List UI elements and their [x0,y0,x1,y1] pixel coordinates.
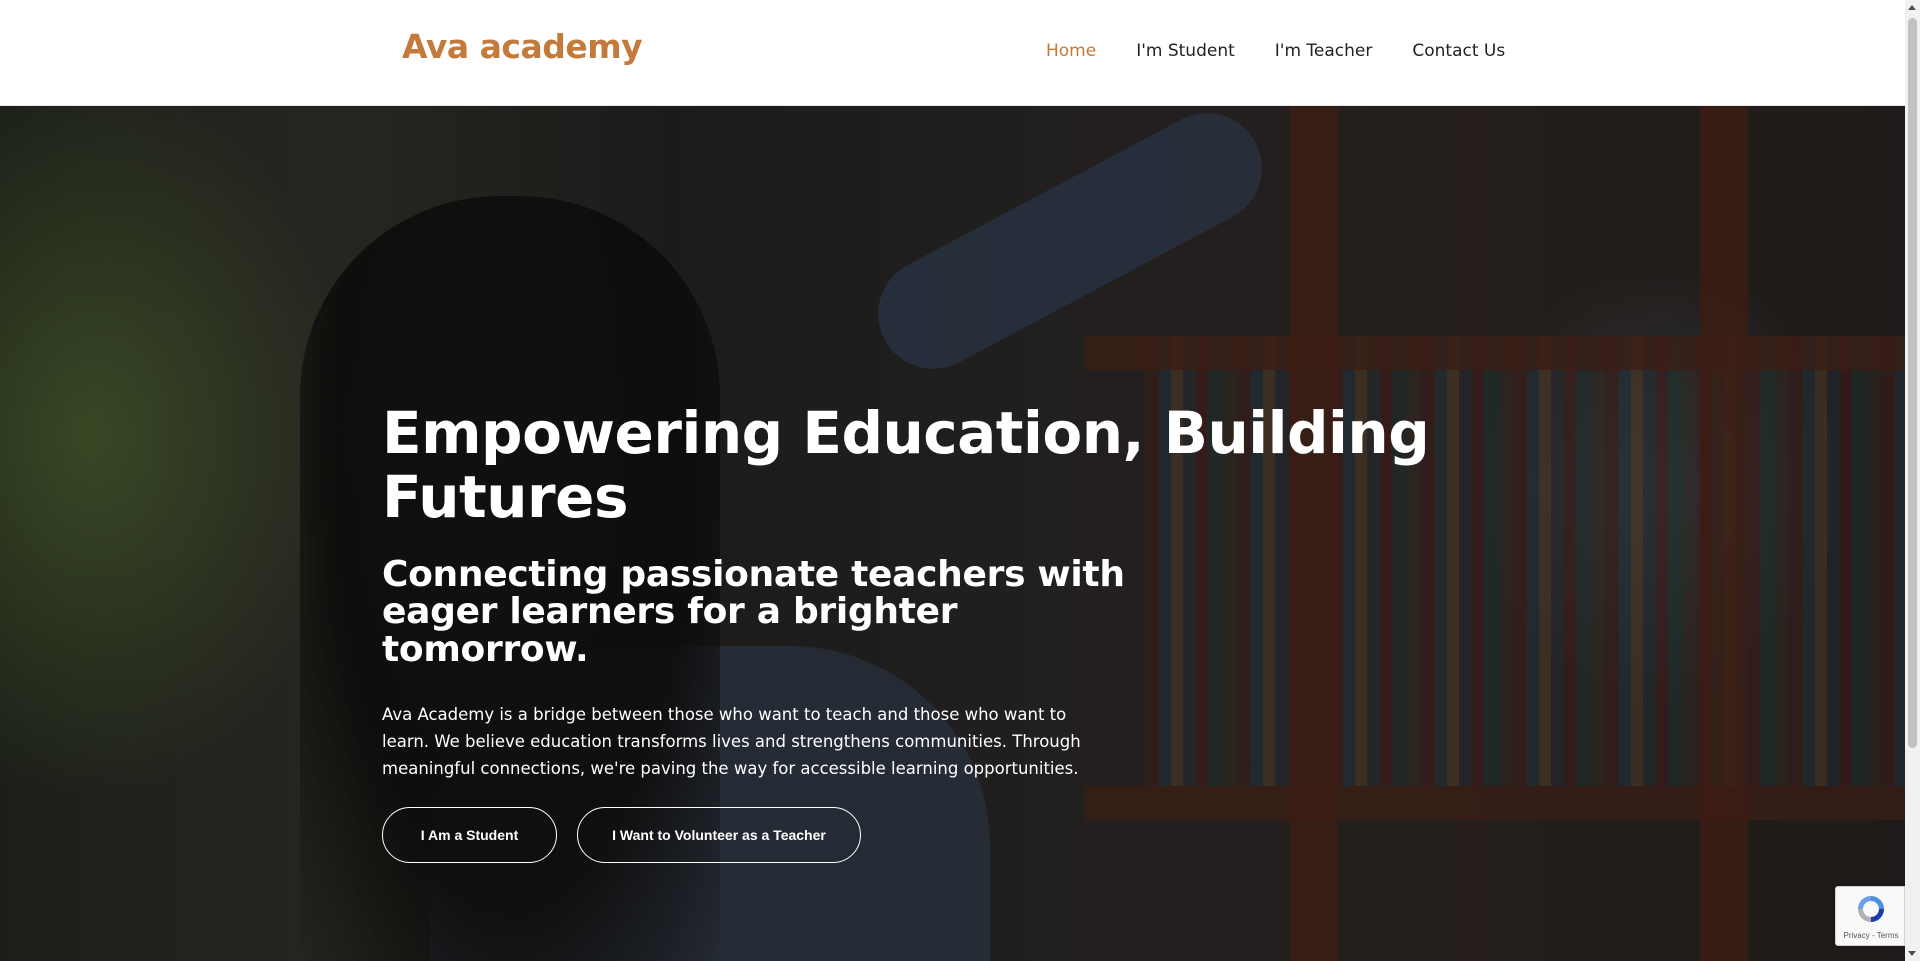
recaptcha-icon [1858,896,1884,922]
recaptcha-links[interactable]: Privacy - Terms [1836,931,1906,940]
nav-contact[interactable]: Contact Us [1412,41,1505,61]
hero-section: Empowering Education, Building Futures C… [0,106,1905,961]
hero-buttons: I Am a Student I Want to Volunteer as a … [382,806,1582,863]
hero-content: Empowering Education, Building Futures C… [382,399,1582,863]
page-scrollbar[interactable] [1905,0,1920,961]
main-nav: Home I'm Student I'm Teacher Contact Us [1046,41,1505,61]
nav-teacher[interactable]: I'm Teacher [1275,41,1373,61]
scroll-thumb[interactable] [1908,18,1917,748]
hero-title: Empowering Education, Building Futures [382,399,1430,531]
volunteer-teacher-button[interactable]: I Want to Volunteer as a Teacher [577,806,861,863]
site-header: Ava academy Home I'm Student I'm Teacher… [0,0,1905,106]
scroll-down-icon[interactable] [1908,951,1916,956]
student-button[interactable]: I Am a Student [382,806,557,863]
nav-student[interactable]: I'm Student [1136,41,1235,61]
hero-subtitle: Connecting passionate teachers with eage… [382,553,1125,671]
hero-description: Ava Academy is a bridge between those wh… [382,704,1081,779]
recaptcha-badge[interactable]: Privacy - Terms [1835,886,1905,946]
site-logo[interactable]: Ava academy [402,30,643,63]
scroll-up-icon[interactable] [1908,5,1916,10]
nav-home[interactable]: Home [1046,41,1096,61]
